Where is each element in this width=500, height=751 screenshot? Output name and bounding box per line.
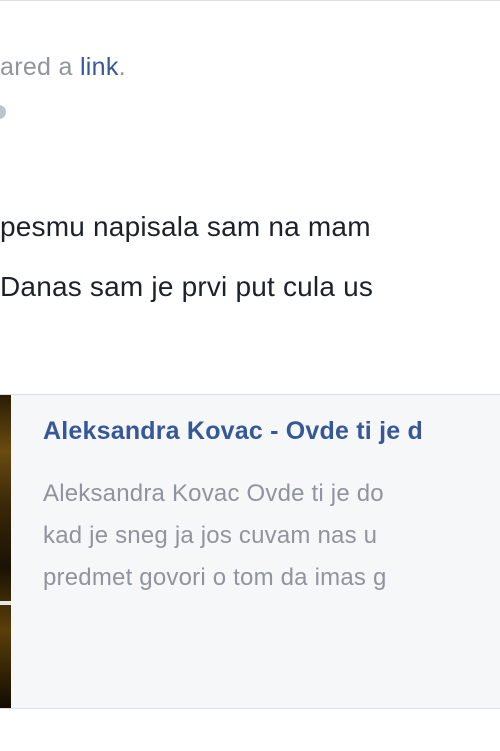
post-card: ared a link. pesmu napisala sam na mam D… — [0, 0, 500, 751]
post-message-line: pesmu napisala sam na mam — [0, 211, 371, 242]
description-line: Aleksandra Kovac Ovde ti je do — [43, 480, 384, 507]
post-message-line: Danas sam je prvi put cula us — [0, 271, 374, 302]
thumbnail-overlay-mark — [0, 601, 11, 605]
post-message: pesmu napisala sam na mam Danas sam je p… — [0, 197, 500, 317]
globe-icon[interactable] — [0, 105, 6, 119]
description-line: predmet govori o tom da imas g — [43, 564, 387, 591]
description-line: kad je sneg ja jos cuvam nas u — [43, 522, 378, 549]
post-header: ared a link. — [0, 53, 126, 82]
link-anchor[interactable]: link — [80, 53, 119, 81]
shared-link-title[interactable]: Aleksandra Kovac - Ovde ti je d — [43, 417, 423, 446]
shared-link-preview[interactable]: Aleksandra Kovac - Ovde ti je d Aleksand… — [0, 394, 500, 709]
link-thumbnail[interactable] — [0, 395, 11, 708]
shared-link-description: Aleksandra Kovac Ovde ti je do kad je sn… — [43, 473, 387, 599]
post-header-suffix: . — [118, 53, 126, 81]
post-header-text: ared a — [0, 53, 80, 81]
